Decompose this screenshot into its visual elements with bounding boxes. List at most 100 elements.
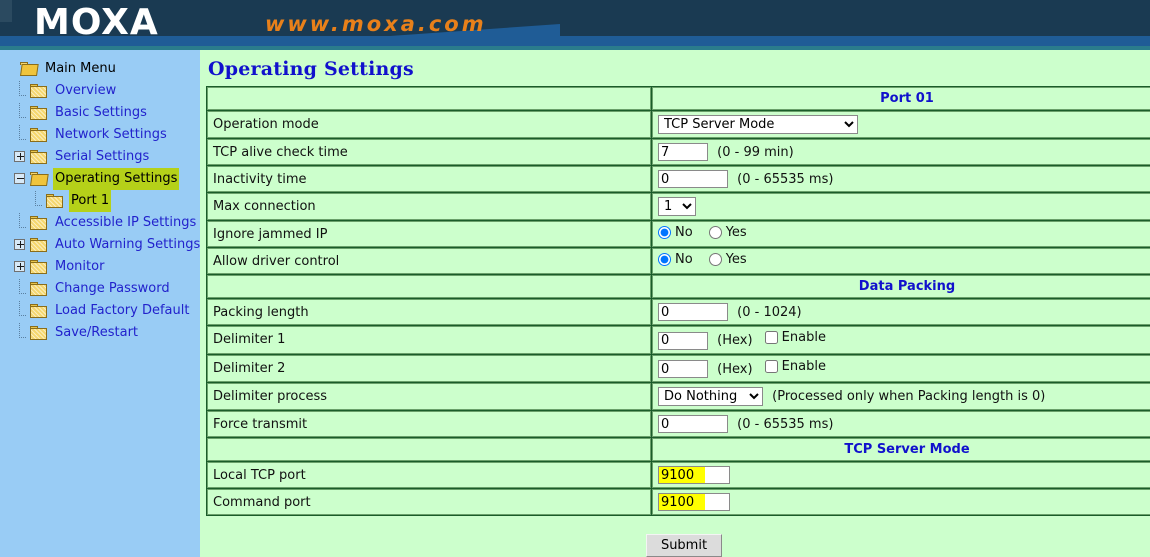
sidebar-item-save-restart[interactable]: Save/Restart xyxy=(0,322,200,344)
hint-packing-length: (0 - 1024) xyxy=(737,304,802,320)
field-delimiter-1: (Hex) Enable xyxy=(652,326,1150,354)
page-body: Main Menu Overview Basic Settings Network … xyxy=(0,50,1150,557)
sidebar-item-operating-settings[interactable]: Operating Settings xyxy=(0,168,200,190)
tree-connector-icon xyxy=(14,124,27,142)
sidebar-item-label: Monitor xyxy=(55,259,105,274)
tree-connector-icon xyxy=(30,190,43,208)
table-row: Force transmit (0 - 65535 ms) xyxy=(207,411,1150,437)
table-row: Local TCP port xyxy=(207,462,1150,488)
sidebar-item-load-factory-default[interactable]: Load Factory Default xyxy=(0,300,200,322)
table-row: Inactivity time (0 - 65535 ms) xyxy=(207,166,1150,192)
section-header-tcp-server-mode-label: TCP Server Mode xyxy=(652,438,1150,461)
label-operation-mode: Operation mode xyxy=(207,111,651,138)
tree-toggle-placeholder xyxy=(4,63,17,76)
site-banner: MOXA www.moxa.com xyxy=(0,0,1150,50)
folder-icon xyxy=(30,238,48,252)
delimiter-1-enable-checkbox[interactable] xyxy=(764,331,778,344)
sidebar-item-serial-settings[interactable]: Serial Settings xyxy=(0,146,200,168)
sidebar-item-label: Basic Settings xyxy=(55,105,147,120)
folder-icon xyxy=(30,106,48,120)
field-allow-driver-control: No Yes xyxy=(652,248,1150,274)
folder-icon xyxy=(30,84,48,98)
allow-driver-control-yes-option[interactable]: Yes xyxy=(708,252,747,267)
moxa-url-text: www.moxa.com xyxy=(265,12,487,36)
sidebar-item-overview[interactable]: Overview xyxy=(0,80,200,102)
packing-length-input[interactable] xyxy=(658,303,728,321)
allow-driver-control-no-option[interactable]: No xyxy=(658,252,693,267)
table-row: Delimiter 2 (Hex) Enable xyxy=(207,354,1150,382)
radio-label-yes: Yes xyxy=(725,252,747,267)
delimiter-2-input[interactable] xyxy=(658,360,708,378)
sidebar-item-label: Operating Settings xyxy=(53,168,180,190)
sidebar-item-label: Accessible IP Settings xyxy=(55,215,197,230)
sidebar-item-network-settings[interactable]: Network Settings xyxy=(0,124,200,146)
hint-delimiter-process: (Processed only when Packing length is 0… xyxy=(772,389,1046,404)
ignore-jammed-ip-no-radio[interactable] xyxy=(658,226,671,239)
folder-icon xyxy=(30,128,48,142)
delimiter-process-select[interactable]: Do NothingDelimiter + 1Delimiter + 2Stri… xyxy=(658,387,763,406)
delimiter-1-input[interactable] xyxy=(658,331,708,350)
force-transmit-input[interactable] xyxy=(658,415,728,433)
hint-inactivity-time: (0 - 65535 ms) xyxy=(737,171,834,187)
sidebar-item-accessible-ip-settings[interactable]: Accessible IP Settings xyxy=(0,212,200,234)
section-header-spacer-cell xyxy=(207,438,651,461)
table-row: Ignore jammed IP No Yes xyxy=(207,221,1150,247)
sidebar-item-port-1[interactable]: Port 1 xyxy=(0,190,200,212)
main-content: Operating Settings Port 01 Operation mod… xyxy=(200,50,1150,557)
table-row: Max connection 12345678 xyxy=(207,193,1150,220)
sidebar-item-auto-warning-settings[interactable]: Auto Warning Settings xyxy=(0,234,200,256)
label-local-tcp-port: Local TCP port xyxy=(207,462,651,488)
label-delimiter-1: Delimiter 1 xyxy=(207,326,651,354)
open-folder-icon xyxy=(30,172,49,186)
allow-driver-control-no-radio[interactable] xyxy=(658,253,671,266)
tree-expand-icon[interactable] xyxy=(14,150,27,164)
folder-icon xyxy=(30,282,48,296)
sidebar-item-label: Save/Restart xyxy=(55,325,139,340)
ignore-jammed-ip-yes-radio[interactable] xyxy=(708,226,722,239)
field-ignore-jammed-ip: No Yes xyxy=(652,221,1150,247)
command-port-input[interactable] xyxy=(658,493,730,511)
local-tcp-port-input[interactable] xyxy=(658,466,730,484)
ignore-jammed-ip-no-option[interactable]: No xyxy=(658,225,693,240)
tree-connector-icon xyxy=(14,212,27,230)
folder-icon xyxy=(30,150,48,164)
hint-delimiter-2: (Hex) xyxy=(717,361,753,377)
inactivity-time-input[interactable] xyxy=(658,170,728,188)
submit-button[interactable]: Submit xyxy=(645,534,723,557)
tree-connector-icon xyxy=(14,102,27,120)
delimiter-2-enable-checkbox[interactable] xyxy=(764,359,778,373)
tcp-alive-check-time-input[interactable] xyxy=(658,143,708,161)
moxa-logo: MOXA xyxy=(34,2,159,43)
sidebar-item-label: Overview xyxy=(55,83,117,98)
sidebar-navigation: Main Menu Overview Basic Settings Network … xyxy=(0,50,200,557)
sidebar-item-label: Network Settings xyxy=(55,127,167,142)
field-tcp-alive-check-time: (0 - 99 min) xyxy=(652,139,1150,165)
sidebar-item-change-password[interactable]: Change Password xyxy=(0,278,200,300)
radio-label-yes: Yes xyxy=(725,225,747,240)
max-connection-select[interactable]: 12345678 xyxy=(658,197,696,216)
label-force-transmit: Force transmit xyxy=(207,411,651,437)
label-allow-driver-control: Allow driver control xyxy=(207,248,651,274)
section-header-spacer-cell xyxy=(207,87,651,110)
sidebar-item-basic-settings[interactable]: Basic Settings xyxy=(0,102,200,124)
section-header-port: Port 01 xyxy=(207,87,1150,110)
field-packing-length: (0 - 1024) xyxy=(652,299,1150,325)
page-title: Operating Settings xyxy=(208,58,414,80)
hint-force-transmit: (0 - 65535 ms) xyxy=(737,416,834,432)
tree-collapse-icon[interactable] xyxy=(14,172,27,186)
operation-mode-select[interactable]: TCP Server ModeTCP Client ModeUDP ModeRe… xyxy=(658,115,858,134)
label-packing-length: Packing length xyxy=(207,299,651,325)
folder-icon xyxy=(30,326,48,340)
tree-expand-icon[interactable] xyxy=(14,238,27,252)
ignore-jammed-ip-yes-option[interactable]: Yes xyxy=(708,225,747,240)
table-row: Command port xyxy=(207,489,1150,515)
label-command-port: Command port xyxy=(207,489,651,515)
tree-expand-icon[interactable] xyxy=(14,260,27,274)
sidebar-item-main-menu[interactable]: Main Menu xyxy=(0,58,200,80)
submit-bar: Submit xyxy=(206,516,1150,557)
allow-driver-control-yes-radio[interactable] xyxy=(708,253,722,266)
sidebar-item-monitor[interactable]: Monitor xyxy=(0,256,200,278)
sidebar-item-label: Load Factory Default xyxy=(55,303,190,318)
table-row: Delimiter process Do NothingDelimiter + … xyxy=(207,383,1150,410)
table-row: TCP alive check time (0 - 99 min) xyxy=(207,139,1150,165)
